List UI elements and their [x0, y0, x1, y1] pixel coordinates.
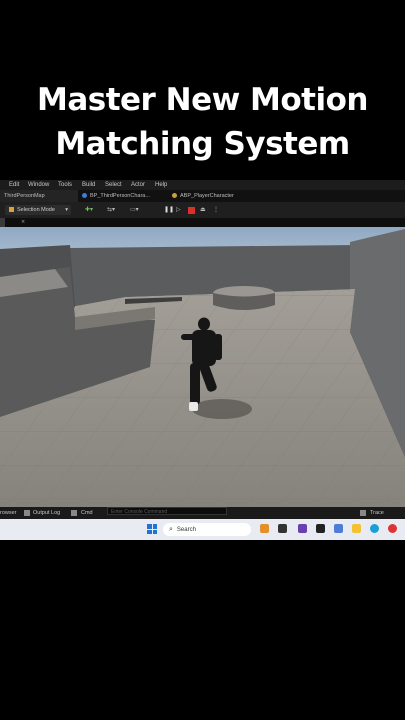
app-icon[interactable]: [334, 524, 343, 533]
menu-select[interactable]: Select: [105, 180, 122, 190]
video-headline: Master New Motion Matching System: [0, 78, 405, 166]
viewport-tab-strip: ×: [0, 218, 405, 227]
trace-button[interactable]: Trace: [370, 507, 384, 519]
windows-start-icon[interactable]: [147, 524, 157, 534]
anim-blueprint-icon: [172, 193, 177, 199]
tab-third-person-map[interactable]: ThirdPersonMap: [0, 190, 78, 202]
search-label: Search: [176, 527, 196, 533]
tab-label: ABP_PlayerCharacter: [180, 193, 234, 199]
menu-window[interactable]: Window: [28, 180, 49, 190]
tab-bp-third-person-character[interactable]: BP_ThirdPersonChara...: [80, 190, 167, 202]
task-view-icon[interactable]: [278, 524, 287, 533]
trace-icon: [360, 510, 366, 516]
menu-actor[interactable]: Actor: [131, 180, 145, 190]
chevron-down-icon: ▾: [65, 207, 68, 213]
more-options-icon[interactable]: ⋮: [213, 205, 219, 215]
add-actor-icon[interactable]: ✚▾: [85, 205, 93, 215]
selection-mode-dropdown[interactable]: Selection Mode ▾: [5, 205, 71, 215]
menu-edit[interactable]: Edit: [9, 180, 19, 190]
cmd-icon: [71, 510, 77, 516]
cinematics-icon[interactable]: ▭▾: [130, 205, 139, 215]
console-input[interactable]: Enter Console Command: [107, 507, 227, 515]
close-icon[interactable]: ×: [21, 218, 25, 227]
menu-tools[interactable]: Tools: [58, 180, 72, 190]
file-explorer-icon[interactable]: [352, 524, 361, 533]
viewport-tab[interactable]: [0, 218, 5, 227]
menu-bar: Edit Window Tools Build Select Actor Hel…: [0, 180, 405, 190]
character-shadow: [192, 399, 252, 419]
cmd-dropdown[interactable]: Cmd: [81, 507, 93, 519]
menu-help[interactable]: Help: [155, 180, 167, 190]
unreal-editor-window: Edit Window Tools Build Select Actor Hel…: [0, 180, 405, 540]
pause-icon[interactable]: ❚❚: [164, 205, 174, 215]
app-icon[interactable]: [260, 524, 269, 533]
headline-line-2: Matching System: [55, 126, 350, 162]
tab-abp-player-character[interactable]: ABP_PlayerCharacter: [170, 190, 262, 202]
content-browser-button[interactable]: rowser: [0, 507, 17, 519]
search-icon: ⌕: [169, 526, 173, 533]
edge-icon[interactable]: [370, 524, 379, 533]
taskbar-search-box[interactable]: ⌕ Search: [163, 523, 251, 536]
output-log-button[interactable]: Output Log: [33, 507, 60, 519]
app-icon[interactable]: [298, 524, 307, 533]
cursor-icon: [9, 207, 14, 213]
game-viewport[interactable]: [0, 227, 405, 507]
tab-label: BP_ThirdPersonChara...: [90, 193, 150, 199]
chrome-icon[interactable]: [388, 524, 397, 533]
blueprint-menu-icon[interactable]: ⇆▾: [107, 205, 115, 215]
bottom-status-bar: rowser Output Log Cmd Enter Console Comm…: [0, 507, 405, 519]
app-icon[interactable]: [316, 524, 325, 533]
skip-frame-icon[interactable]: ▷: [176, 205, 181, 215]
asset-tab-bar: ThirdPersonMap BP_ThirdPersonChara... AB…: [0, 190, 405, 202]
windows-taskbar: ⌕ Search: [0, 519, 405, 540]
menu-build[interactable]: Build: [82, 180, 95, 190]
blueprint-icon: [82, 193, 87, 199]
output-log-icon: [24, 510, 30, 516]
eject-icon[interactable]: ⏏: [200, 205, 206, 215]
main-toolbar: Selection Mode ▾ ✚▾ ⇆▾ ▭▾ ❚❚ ▷ ⏏ ⋮: [0, 202, 405, 218]
tab-label: ThirdPersonMap: [4, 193, 45, 199]
stop-button[interactable]: [188, 206, 195, 214]
headline-line-1: Master New Motion: [36, 82, 369, 118]
selection-mode-label: Selection Mode: [17, 207, 55, 213]
